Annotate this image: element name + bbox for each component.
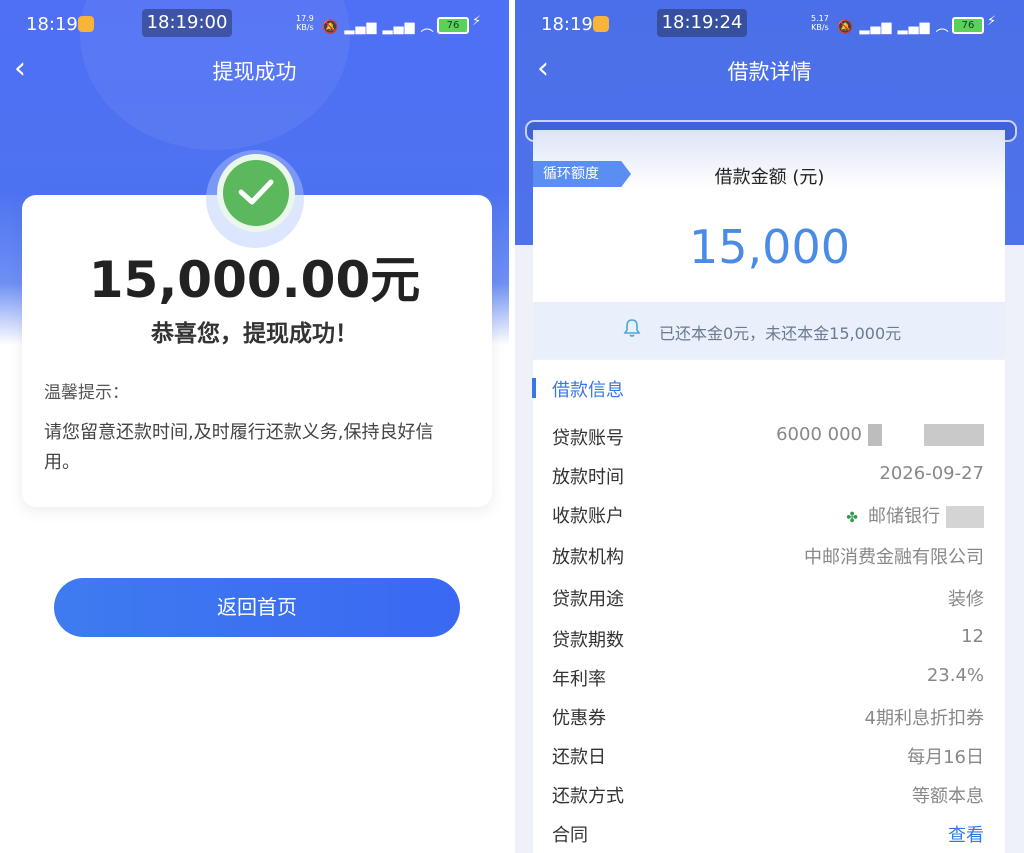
bell-icon [623, 318, 641, 342]
postal-bank-icon: ✤ [846, 510, 858, 526]
screen-clock-overlay: 18:19:00 [142, 9, 232, 37]
row-value: 每月16日 [907, 747, 984, 768]
row-loan-terms: 贷款期数 12 [552, 626, 984, 656]
repayment-summary-text: 已还本金0元，未还本金15,000元 [659, 324, 902, 343]
success-message: 恭喜您，提现成功！ [151, 321, 358, 347]
row-coupon: 优惠券 4期利息折扣券 [552, 704, 984, 734]
battery-icon: 76 [437, 17, 469, 34]
row-value: ✤ 邮储银行 [844, 502, 984, 528]
signal-icons: 🔕 ▂▄▆ ▂▄▆ ︵ [322, 20, 435, 35]
tip-text: 请您留意还款时间,及时履行还款义务,保持良好信用。 [44, 422, 434, 473]
page-title: 借款详情 [727, 60, 812, 84]
row-label: 收款账户 [552, 506, 624, 527]
network-speed: 5.17 KB/s [811, 14, 829, 32]
app-notification-icon [593, 16, 609, 32]
row-label: 贷款账号 [552, 428, 624, 449]
row-loan-account: 贷款账号 6000 000 [552, 424, 984, 454]
row-value: 2026-09-27 [879, 463, 984, 484]
loan-amount-label: 借款金额 (元) [714, 167, 825, 188]
status-bar: 18:19 18:19:24 5.17 KB/s 🔕 ▂▄▆ ▂▄▆ ︵ 76 … [515, 0, 1024, 50]
app-notification-icon [78, 16, 94, 32]
row-value: 12 [961, 626, 984, 647]
status-bar: 18:19 18:19:00 17.9 KB/s 🔕 ▂▄▆ ▂▄▆ ︵ 76 … [0, 0, 509, 50]
row-lending-institution: 放款机构 中邮消费金融有限公司 [552, 543, 984, 573]
row-value: 中邮消费金融有限公司 [804, 547, 984, 568]
network-speed: 17.9 KB/s [296, 14, 314, 32]
row-disbursement-time: 放款时间 2026-09-27 [552, 463, 984, 493]
view-contract-link[interactable]: 查看 [948, 821, 984, 847]
screen-clock-overlay: 18:19:24 [657, 9, 747, 37]
row-label: 放款机构 [552, 547, 624, 568]
withdraw-amount: 15,000.00元 [88, 251, 421, 309]
tip-title: 温馨提示： [44, 383, 129, 403]
row-label: 贷款用途 [552, 589, 624, 610]
status-time: 18:19 [26, 14, 78, 35]
status-time: 18:19 [541, 14, 593, 35]
signal-icons: 🔕 ▂▄▆ ▂▄▆ ︵ [837, 20, 950, 35]
row-value: 23.4% [926, 665, 984, 686]
row-label: 还款日 [552, 747, 606, 768]
row-contract: 合同 查看 [552, 821, 984, 851]
loan-amount-card [533, 130, 1005, 302]
row-label: 放款时间 [552, 467, 624, 488]
charging-icon: ⚡ [987, 14, 997, 29]
row-value: 装修 [948, 589, 984, 610]
loan-info-title: 借款信息 [552, 380, 624, 401]
battery-icon: 76 [952, 17, 984, 34]
checkmark-icon [223, 160, 289, 226]
charging-icon: ⚡ [472, 14, 482, 29]
row-value: 6000 000 [776, 424, 984, 446]
row-value: 4期利息折扣券 [864, 708, 984, 729]
return-home-button[interactable]: 返回首页 [54, 578, 460, 637]
row-label: 优惠券 [552, 708, 606, 729]
loan-detail-screen: 18:19 18:19:24 5.17 KB/s 🔕 ▂▄▆ ▂▄▆ ︵ 76 … [515, 0, 1024, 853]
page-title: 提现成功 [212, 60, 297, 84]
row-annual-rate: 年利率 23.4% [552, 665, 984, 695]
row-label: 合同 [552, 825, 588, 846]
loan-amount-value: 15,000 [689, 220, 850, 274]
withdraw-success-screen: 18:19 18:19:00 17.9 KB/s 🔕 ▂▄▆ ▂▄▆ ︵ 76 … [0, 0, 509, 853]
row-repayment-day: 还款日 每月16日 [552, 743, 984, 773]
section-marker [532, 378, 536, 398]
row-receiving-account: 收款账户 ✤ 邮储银行 [552, 502, 984, 532]
row-label: 还款方式 [552, 786, 624, 807]
row-label: 贷款期数 [552, 630, 624, 651]
row-loan-purpose: 贷款用途 装修 [552, 585, 984, 615]
row-label: 年利率 [552, 669, 606, 690]
row-value: 等额本息 [912, 786, 984, 807]
row-repayment-method: 还款方式 等额本息 [552, 782, 984, 812]
